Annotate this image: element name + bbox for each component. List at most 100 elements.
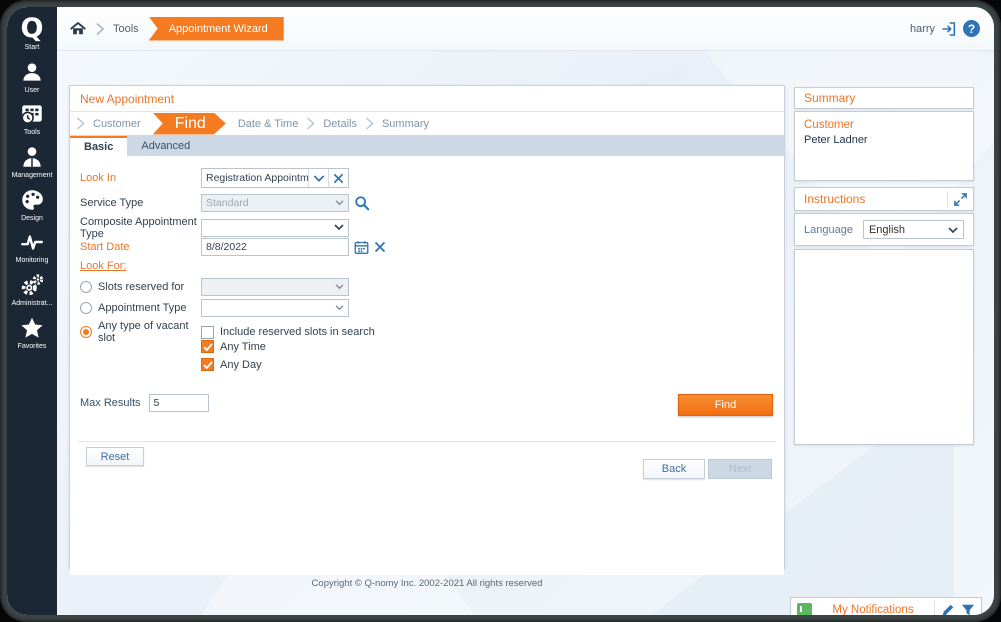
- checkbox-label: Any Day: [220, 359, 262, 371]
- clear-icon[interactable]: [328, 169, 348, 187]
- look-for-label: Look For:: [80, 260, 126, 272]
- customer-label: Customer: [804, 119, 964, 131]
- composite-type-label: Composite Appointment Type: [80, 216, 201, 240]
- chevron-down-icon: [335, 281, 344, 293]
- chevron-down-icon: [335, 302, 344, 314]
- clear-icon[interactable]: [374, 241, 386, 253]
- chat-icon[interactable]: [797, 603, 812, 615]
- language-label: Language: [804, 224, 853, 236]
- look-for-row: Look For:: [80, 260, 126, 272]
- chevron-down-icon[interactable]: [308, 169, 328, 187]
- wizard-step-find[interactable]: Find: [153, 113, 226, 135]
- composite-type-select[interactable]: [201, 219, 349, 237]
- app-window: Q Start User Tools: [7, 7, 994, 615]
- any-time-checkbox[interactable]: [201, 340, 214, 353]
- service-type-value: Standard: [202, 197, 348, 209]
- appointment-type-select[interactable]: [201, 299, 349, 317]
- instructions-content: [794, 249, 974, 445]
- start-date-label: Start Date: [80, 241, 201, 253]
- palette-icon: [19, 187, 45, 213]
- user-icon: [19, 59, 45, 85]
- any-day-checkbox[interactable]: [201, 358, 214, 371]
- search-icon[interactable]: [354, 195, 370, 211]
- breadcrumb-section[interactable]: Tools: [113, 23, 139, 35]
- language-value: English: [869, 224, 948, 236]
- wizard-step-details[interactable]: Details: [315, 118, 365, 130]
- summary-header: Summary: [794, 87, 974, 109]
- sidebar-item-favorites[interactable]: Favorites: [7, 315, 57, 351]
- radio-row-appointment-type: Appointment Type: [80, 299, 349, 317]
- sidebar-item-monitoring[interactable]: Monitoring: [7, 229, 57, 265]
- sidebar-item-user[interactable]: User: [7, 59, 57, 95]
- checkbox-label: Any Time: [220, 341, 266, 353]
- appointment-type-radio[interactable]: [80, 302, 92, 314]
- start-date-row: Start Date: [80, 238, 386, 256]
- wizard-step-date-time[interactable]: Date & Time: [230, 118, 307, 130]
- summary-customer-box: Customer Peter Ladner: [794, 111, 974, 181]
- reset-button[interactable]: Reset: [86, 447, 144, 466]
- sidebar-item-label: Tools: [24, 129, 40, 137]
- look-in-value: Registration Appointments: [202, 172, 308, 184]
- gears-icon: [19, 272, 45, 298]
- chevron-down-icon: [334, 222, 344, 234]
- expand-icon[interactable]: [947, 191, 967, 207]
- sidebar-item-administration[interactable]: Administrat...: [7, 272, 57, 308]
- any-day-row: Any Day: [201, 358, 262, 371]
- max-results-row: Max Results: [80, 394, 209, 412]
- chevron-down-icon: [335, 197, 344, 209]
- wizard-step-summary[interactable]: Summary: [374, 118, 437, 130]
- look-in-row: Look In Registration Appointments: [80, 168, 349, 188]
- edit-pencil-icon[interactable]: [941, 603, 955, 615]
- calendar-clock-icon: [19, 101, 45, 127]
- service-type-label: Service Type: [80, 197, 201, 209]
- wizard-step-customer[interactable]: Customer: [85, 118, 149, 130]
- breadcrumb-active-page[interactable]: Appointment Wizard: [149, 17, 284, 41]
- person-icon: [19, 144, 45, 170]
- any-vacant-slot-radio[interactable]: [80, 326, 92, 338]
- radio-label: Any type of vacant slot: [98, 320, 201, 344]
- notifications-tools: [934, 601, 975, 615]
- filter-funnel-icon[interactable]: [961, 603, 975, 615]
- chevron-right-icon: [76, 117, 85, 130]
- tab-advanced[interactable]: Advanced: [127, 136, 204, 156]
- logout-icon[interactable]: [941, 21, 957, 37]
- next-button-disabled[interactable]: Next: [708, 459, 772, 479]
- look-in-label: Look In: [80, 172, 201, 184]
- find-button[interactable]: Find: [678, 394, 773, 416]
- back-button[interactable]: Back: [643, 459, 705, 479]
- instructions-title: Instructions: [804, 192, 865, 206]
- sidebar-item-management[interactable]: Management: [7, 144, 57, 180]
- notifications-bar: My Notifications: [790, 597, 982, 615]
- sidebar-item-label: Start: [25, 44, 40, 52]
- home-icon[interactable]: [69, 20, 87, 38]
- start-date-input[interactable]: [201, 238, 349, 256]
- breadcrumb: Tools Appointment Wizard: [57, 17, 284, 41]
- calendar-icon[interactable]: [354, 240, 369, 255]
- sidebar-item-label: Management: [12, 172, 53, 180]
- sidebar-item-label: Monitoring: [16, 257, 49, 265]
- sidebar-item-start[interactable]: Q Start: [7, 15, 57, 52]
- sidebar-item-tools[interactable]: Tools: [7, 101, 57, 137]
- include-reserved-checkbox[interactable]: [201, 326, 214, 339]
- sidebar-item-label: Design: [21, 215, 43, 223]
- sidebar-item-design[interactable]: Design: [7, 187, 57, 223]
- slots-reserved-radio[interactable]: [80, 281, 92, 293]
- any-time-row: Any Time: [201, 340, 266, 353]
- max-results-label: Max Results: [80, 397, 141, 409]
- radio-row-slots-reserved: Slots reserved for: [80, 278, 349, 296]
- chevron-right-icon: [95, 22, 105, 36]
- help-icon[interactable]: ?: [963, 20, 980, 37]
- chevron-right-icon: [306, 117, 315, 130]
- customer-name: Peter Ladner: [804, 134, 964, 146]
- radio-label: Appointment Type: [98, 302, 201, 314]
- sidebar-item-label: User: [25, 87, 40, 95]
- look-in-combobox[interactable]: Registration Appointments: [201, 168, 349, 188]
- language-select[interactable]: English: [863, 220, 964, 239]
- q-logo-icon: Q: [21, 15, 44, 42]
- service-type-select[interactable]: Standard: [201, 194, 349, 212]
- slots-reserved-select[interactable]: [201, 278, 349, 296]
- notifications-title[interactable]: My Notifications: [812, 604, 934, 615]
- max-results-input[interactable]: [149, 394, 209, 412]
- sidebar: Q Start User Tools: [7, 7, 57, 615]
- tab-basic[interactable]: Basic: [70, 136, 127, 156]
